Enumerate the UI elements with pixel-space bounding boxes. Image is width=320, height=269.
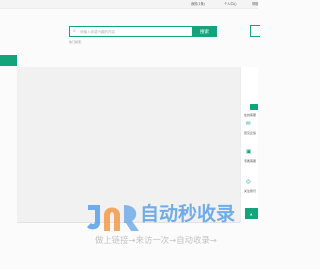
watermark-brand: 自动秒收录 <box>140 203 236 225</box>
content-panel <box>17 67 240 222</box>
search-input[interactable] <box>80 28 190 35</box>
topbar-link-account[interactable]: 个人中心 <box>224 1 237 6</box>
watermark-tagline: 做上链接→来访一次→自动收录→ <box>95 235 217 245</box>
rail-label-follow[interactable]: 关注我们 <box>244 189 256 193</box>
rail-label-online-service[interactable]: 在线客服 <box>244 113 256 117</box>
mail-icon[interactable]: ✉ <box>246 121 251 128</box>
hot-search-label: 热门搜索： <box>69 40 85 44</box>
side-rail <box>240 67 258 222</box>
watermark-logo-icon <box>87 205 139 231</box>
search-button[interactable]: 搜索 <box>192 26 217 37</box>
rail-highlight[interactable] <box>250 104 258 110</box>
topbar-link-help[interactable]: 帮助 <box>252 1 258 6</box>
rail-bottom-button[interactable]: ▲ <box>245 208 258 219</box>
right-edge-button[interactable] <box>250 25 260 37</box>
top-bar: 我的(1条) 个人中心 帮助 <box>0 0 258 9</box>
chat-icon[interactable]: ▣ <box>246 149 251 156</box>
rail-label-feedback[interactable]: 意见反馈 <box>244 131 256 135</box>
headset-icon[interactable]: ◎ <box>246 179 251 186</box>
search-icon: ⌕ <box>73 28 76 34</box>
watermark: 自动秒收录 做上链接→来访一次→自动收录→ <box>86 203 246 255</box>
topbar-link-messages[interactable]: 我的(1条) <box>191 1 205 6</box>
rail-label-dedicated-service[interactable]: 专属客服 <box>244 159 256 163</box>
left-nav-tab[interactable] <box>0 55 17 66</box>
